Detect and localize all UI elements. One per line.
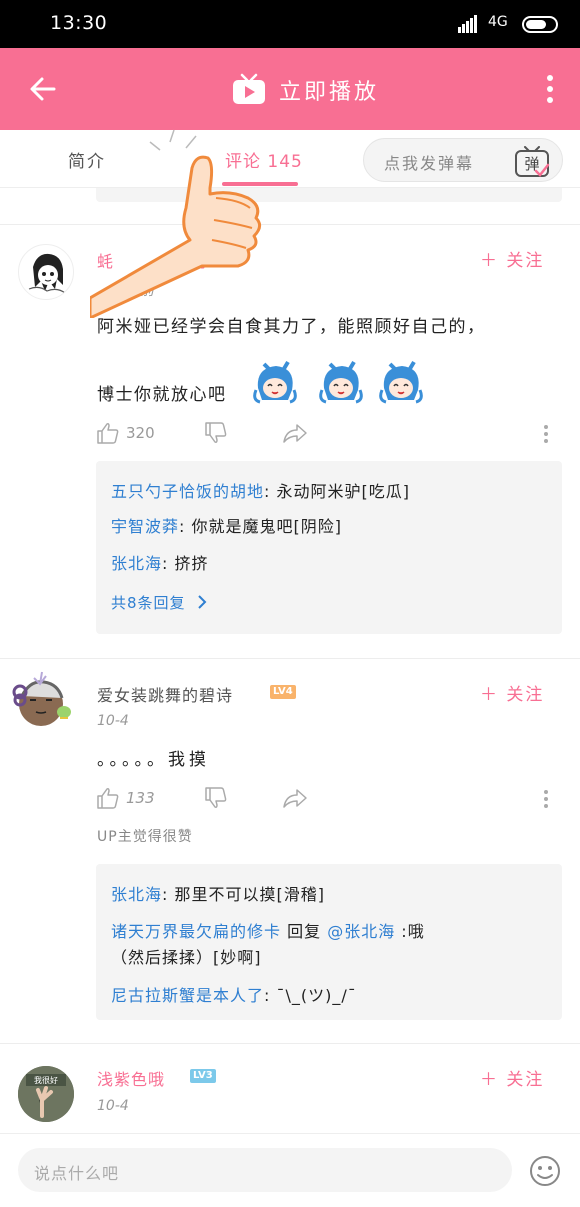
- play-tv-icon[interactable]: [232, 73, 266, 105]
- comment-date: 10-4: [97, 1098, 129, 1114]
- bottom-comment-bar: 说点什么吧: [0, 1133, 580, 1207]
- comment-text: 。。。。。我摸: [97, 750, 210, 770]
- replies-box[interactable]: 张北海: 那里不可以摸[滑稽] 诸天万界最欠扁的修卡 回复 @张北海 :哦 （然…: [96, 864, 562, 1020]
- reply-item[interactable]: 张北海: 那里不可以摸[滑稽]: [111, 881, 325, 905]
- reply-item[interactable]: 张北海: 挤挤: [111, 550, 209, 574]
- app-bar: 立即播放: [0, 48, 580, 130]
- reply-username[interactable]: 诸天万界最欠扁的修卡: [111, 922, 281, 941]
- avatar[interactable]: [18, 244, 74, 300]
- more-options-icon[interactable]: [543, 789, 549, 809]
- reply-username[interactable]: 五只勺子恰饭的胡地: [111, 482, 264, 501]
- sticker-icon: [379, 360, 423, 404]
- like-count: 133: [126, 789, 155, 807]
- reply-text: : 永动阿米驴[吃瓜]: [264, 482, 410, 501]
- dislike-icon[interactable]: [204, 787, 228, 809]
- reply-mention[interactable]: @张北海: [327, 922, 395, 941]
- emoji-icon[interactable]: [528, 1154, 562, 1188]
- reply-text: : ¯\_(ツ)_/¯: [264, 986, 357, 1005]
- share-icon[interactable]: [282, 422, 308, 444]
- level-badge: LV4: [208, 251, 234, 265]
- reply-username[interactable]: 张北海: [111, 554, 162, 573]
- level-badge: LV3: [190, 1069, 216, 1083]
- divider: [0, 658, 580, 659]
- reply-text: : 你就是魔鬼吧[阴险]: [179, 517, 342, 536]
- like-icon[interactable]: [96, 422, 120, 444]
- up-liked-badge: UP主觉得很赞: [97, 829, 193, 845]
- svg-text:我很好: 我很好: [34, 1075, 58, 1085]
- reply-item[interactable]: 尼古拉斯蟹是本人了: ¯\_(ツ)_/¯: [111, 982, 357, 1006]
- tab-active-indicator: [222, 182, 298, 186]
- level-badge: LV4: [270, 685, 296, 699]
- divider: [0, 224, 580, 225]
- tab-comments[interactable]: 评论 145: [225, 147, 303, 172]
- follow-button[interactable]: ＋ 关注: [480, 680, 544, 705]
- like-icon[interactable]: [96, 787, 120, 809]
- battery-icon: [522, 16, 558, 33]
- previous-reply-box-edge: [96, 188, 562, 202]
- divider: [0, 1043, 580, 1044]
- reply-text: :哦: [395, 922, 425, 941]
- like-count: 320: [126, 424, 155, 442]
- tab-bar: 简介 评论 145 点我发弹幕 弹: [0, 130, 580, 188]
- comment-username[interactable]: 浅紫色哦: [97, 1066, 165, 1090]
- share-icon[interactable]: [282, 787, 308, 809]
- comment-username[interactable]: 爱女装跳舞的碧诗: [97, 682, 233, 706]
- reply-item[interactable]: 五只勺子恰饭的胡地: 永动阿米驴[吃瓜]: [111, 478, 410, 502]
- svg-text:弹: 弹: [524, 155, 539, 173]
- tab-comments-count: 145: [267, 152, 303, 172]
- avatar[interactable]: [10, 670, 72, 732]
- reply-connector: 回复: [281, 922, 328, 941]
- avatar[interactable]: 我很好: [18, 1066, 74, 1122]
- comment-date: 10-4: [97, 713, 129, 729]
- sticker-icon: [319, 360, 363, 404]
- danmaku-input-button[interactable]: 点我发弹幕 弹: [363, 138, 563, 182]
- follow-button[interactable]: ＋ 关注: [480, 1065, 544, 1090]
- chevron-right-icon: [198, 595, 207, 609]
- page-title[interactable]: 立即播放: [279, 74, 379, 106]
- reply-item[interactable]: 宇智波莽: 你就是魔鬼吧[阴险]: [111, 513, 342, 537]
- status-bar: 13:30 4G: [0, 0, 580, 48]
- anime-avatar-icon: [28, 253, 66, 294]
- sticker-icon: [253, 360, 297, 404]
- danmaku-placeholder: 点我发弹幕: [384, 154, 475, 173]
- dislike-icon[interactable]: [204, 422, 228, 444]
- replies-box[interactable]: 五只勺子恰饭的胡地: 永动阿米驴[吃瓜] 宇智波莽: 你就是魔鬼吧[阴险] 张北…: [96, 461, 562, 634]
- tab-comments-label: 评论: [225, 152, 261, 172]
- more-options-icon[interactable]: [543, 424, 549, 444]
- cartoon-avatar-icon: [12, 671, 71, 726]
- reply-username[interactable]: 尼古拉斯蟹是本人了: [111, 986, 264, 1005]
- reply-username[interactable]: 宇智波莽: [111, 517, 179, 536]
- follow-button[interactable]: ＋ 关注: [480, 246, 544, 271]
- comment-text: 阿米娅已经学会自食其力了，能照顾好自己的，: [97, 317, 486, 337]
- comment-input-placeholder: 说点什么吧: [34, 1164, 120, 1183]
- more-vertical-icon[interactable]: [540, 72, 560, 106]
- reply-username[interactable]: 张北海: [111, 885, 162, 904]
- danmaku-tv-icon[interactable]: 弹: [514, 146, 550, 178]
- view-more-replies[interactable]: 共8条回复: [111, 592, 207, 613]
- status-time: 13:30: [50, 12, 108, 34]
- comment-username[interactable]: 蚝雨: [97, 248, 207, 272]
- tab-intro[interactable]: 简介: [68, 147, 106, 172]
- reply-text: : 那里不可以摸[滑稽]: [162, 885, 325, 904]
- comment-text: 博士你就放心吧: [97, 385, 227, 405]
- network-label: 4G: [488, 14, 508, 30]
- comment-input[interactable]: 说点什么吧: [18, 1148, 512, 1192]
- photo-avatar-icon: 我很好: [18, 1066, 74, 1122]
- reply-text-continued: （然后揉揉）[妙啊]: [111, 948, 262, 967]
- reply-item[interactable]: 诸天万界最欠扁的修卡 回复 @张北海 :哦: [111, 918, 425, 942]
- reply-text: : 挤挤: [162, 554, 209, 573]
- back-arrow-icon[interactable]: [26, 72, 60, 106]
- comment-date: 前: [140, 283, 154, 299]
- signal-icon: [458, 14, 478, 33]
